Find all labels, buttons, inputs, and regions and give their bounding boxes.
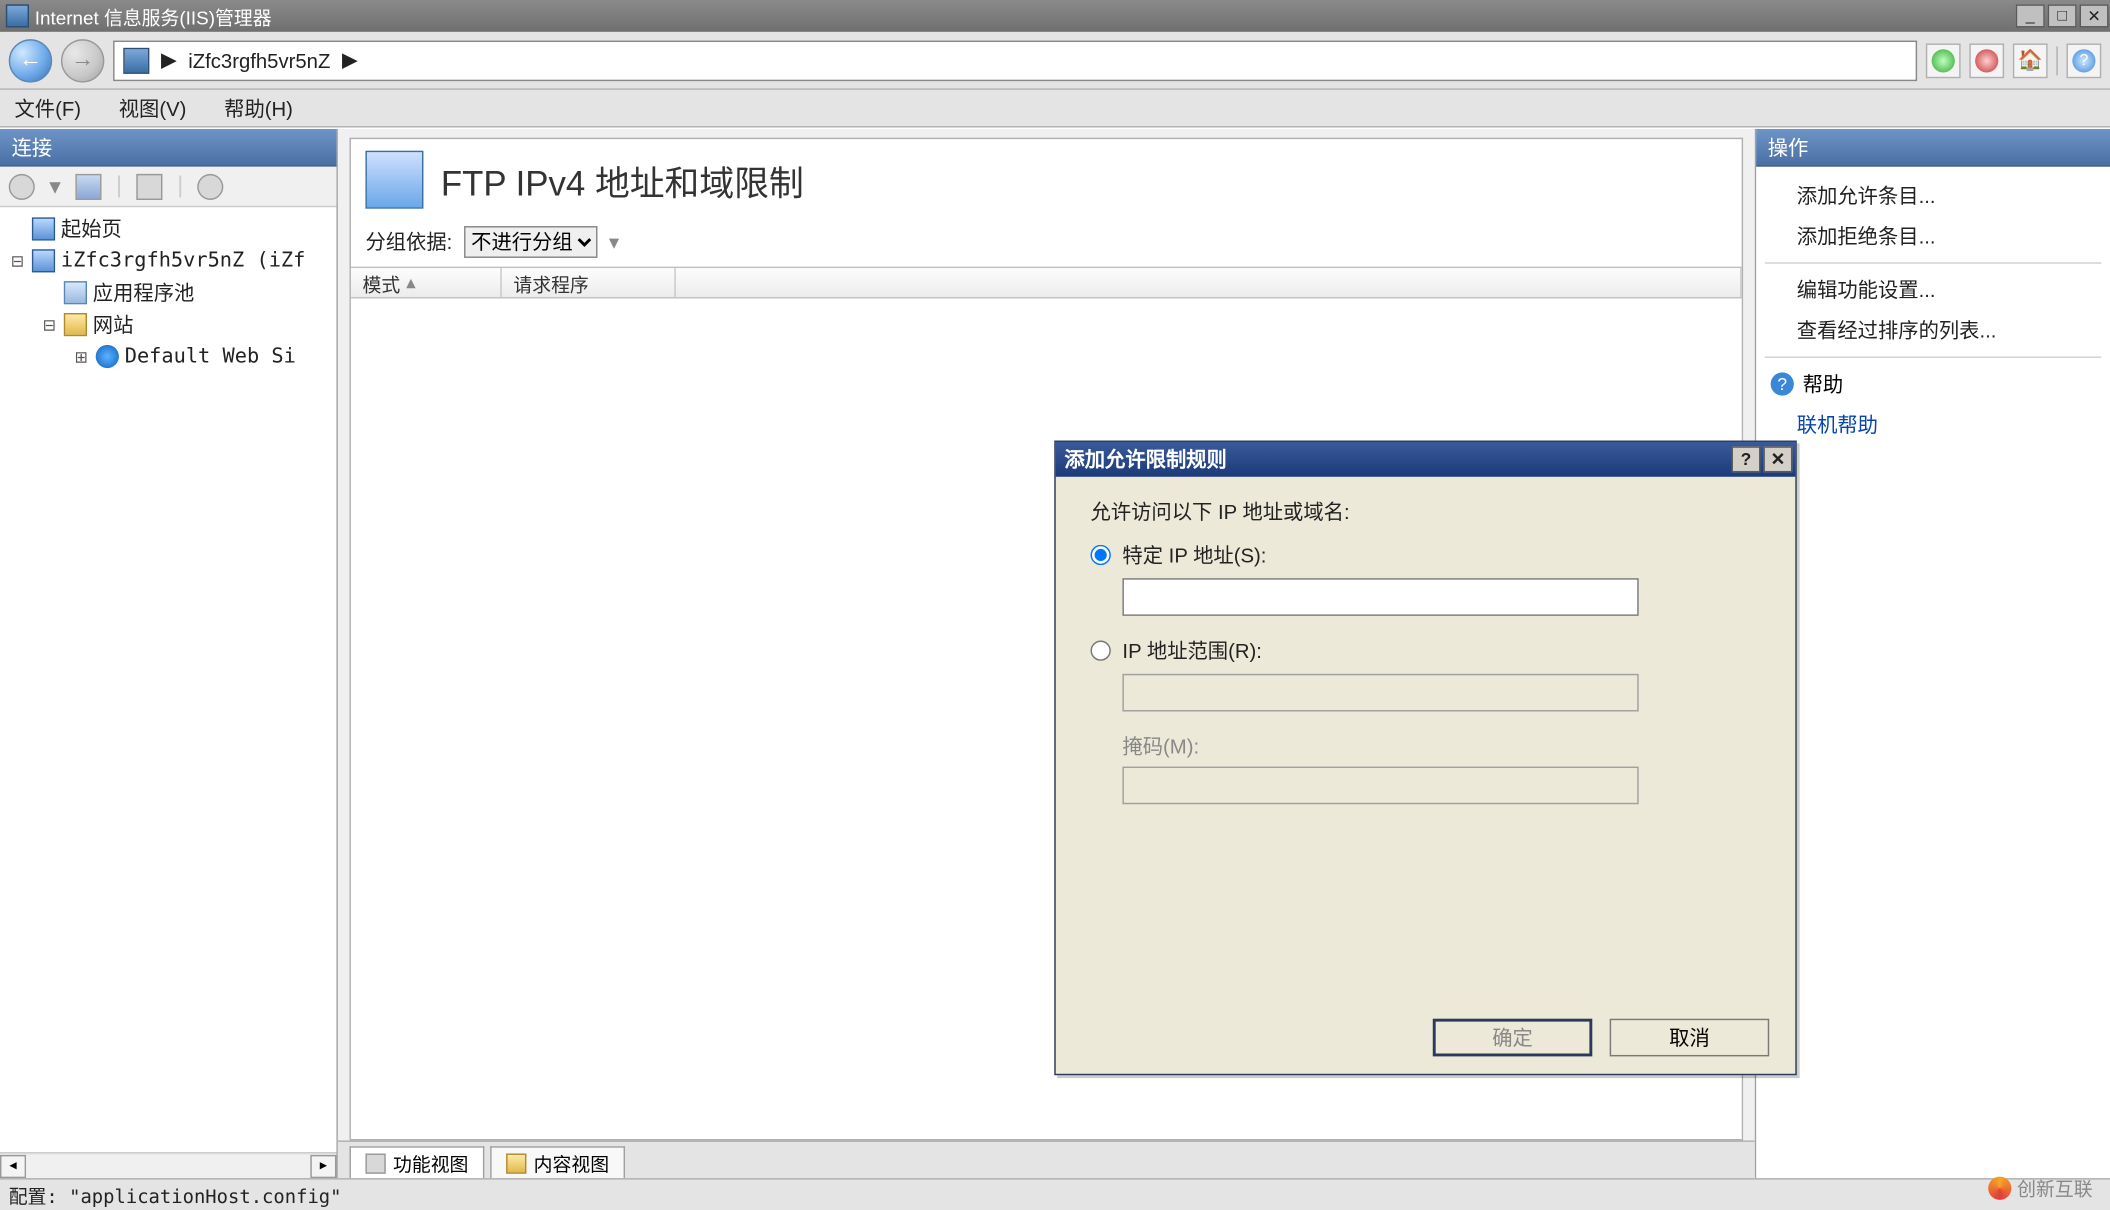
dialog-help-button[interactable]: ? — [1732, 446, 1761, 472]
close-button[interactable]: ✕ — [2080, 4, 2109, 27]
scroll-right-button[interactable]: ▸ — [310, 1154, 336, 1177]
connections-pane: 连接 ▾ | | 起始页 ⊟ iZfc3rgfh5vr — [0, 129, 338, 1178]
back-button[interactable]: ← — [9, 38, 53, 81]
minimize-button[interactable]: _ — [2016, 4, 2045, 27]
dialog-titlebar: 添加允许限制规则 ? ✕ — [1056, 442, 1796, 477]
add-allow-rule-dialog: 添加允许限制规则 ? ✕ 允许访问以下 IP 地址或域名: 特定 IP 地址(S… — [1054, 441, 1796, 1076]
tree-start-page[interactable]: 起始页 — [3, 213, 334, 245]
option-specific-ip[interactable]: 特定 IP 地址(S): — [1091, 541, 1770, 570]
tree-hscroll[interactable]: ◂ ▸ — [0, 1152, 336, 1178]
connections-header: 连接 — [0, 129, 336, 167]
help-icon: ? — [1771, 372, 1794, 395]
ip-range-input — [1122, 674, 1638, 712]
tree-server-label: iZfc3rgfh5vr5nZ (iZf — [61, 249, 305, 272]
action-help[interactable]: ? 帮助 — [1762, 364, 2104, 405]
action-add-deny[interactable]: 添加拒绝条目... — [1762, 216, 2104, 257]
tab-content-view[interactable]: 内容视图 — [490, 1146, 625, 1178]
connect-icon[interactable] — [9, 173, 35, 199]
menu-view[interactable]: 视图(V) — [119, 93, 187, 122]
tree-default-site[interactable]: ⊞ Default Web Si — [3, 341, 334, 373]
tree-server-node[interactable]: ⊟ iZfc3rgfh5vr5nZ (iZf — [3, 245, 334, 277]
refresh-tree-icon[interactable] — [198, 173, 224, 199]
content-view-icon — [506, 1153, 526, 1173]
app-icon — [6, 4, 29, 27]
tab-feature-view[interactable]: 功能视图 — [349, 1146, 484, 1178]
server-node-icon — [32, 249, 55, 272]
status-text: 配置: "applicationHost.config" — [9, 1181, 342, 1209]
address-bar[interactable]: ▶ iZfc3rgfh5vr5nZ ▶ — [113, 40, 1917, 81]
bottom-tabs: 功能视图 内容视图 — [338, 1140, 1755, 1178]
ftp-ipv4-icon — [365, 151, 423, 209]
tree-start-label: 起始页 — [61, 214, 122, 243]
up-icon[interactable] — [137, 173, 163, 199]
cancel-button[interactable]: 取消 — [1610, 1019, 1770, 1057]
forward-button[interactable]: → — [61, 38, 105, 81]
help-button[interactable]: ? — [2066, 43, 2101, 78]
tree-sites[interactable]: ⊟ 网站 — [3, 309, 334, 341]
menu-bar: 文件(F) 视图(V) 帮助(H) — [0, 90, 2110, 128]
action-add-allow[interactable]: 添加允许条目... — [1762, 175, 2104, 216]
scroll-left-button[interactable]: ◂ — [0, 1154, 26, 1177]
connections-toolbar: ▾ | | — [0, 167, 336, 208]
apppool-icon — [64, 281, 87, 304]
save-icon[interactable] — [75, 173, 101, 199]
ok-button[interactable]: 确定 — [1433, 1019, 1593, 1057]
dialog-close-button[interactable]: ✕ — [1763, 446, 1792, 472]
radio-specific-ip-label: 特定 IP 地址(S): — [1122, 541, 1266, 570]
breadcrumb-arrow: ▶ — [161, 48, 177, 73]
action-help-label: 帮助 — [1803, 370, 1844, 399]
center-pane: FTP IPv4 地址和域限制 分组依据: 不进行分组 ▾ 模式 ▴ 请求程序 — [338, 129, 1755, 1178]
breadcrumb-arrow-2: ▶ — [342, 48, 358, 73]
grouping-row: 分组依据: 不进行分组 ▾ — [351, 220, 1742, 266]
tab-feature-label: 功能视图 — [393, 1149, 468, 1177]
table-header: 模式 ▴ 请求程序 — [351, 267, 1742, 299]
actions-pane: 操作 添加允许条目... 添加拒绝条目... 编辑功能设置... 查看经过排序的… — [1755, 129, 2110, 1178]
dialog-title-text: 添加允许限制规则 — [1064, 445, 1226, 474]
feature-header: FTP IPv4 地址和域限制 — [351, 139, 1742, 220]
sites-folder-icon — [64, 313, 87, 336]
feature-view-icon — [365, 1153, 385, 1173]
col-requestor[interactable]: 请求程序 — [502, 268, 676, 297]
tree-sites-label: 网站 — [93, 310, 134, 339]
refresh-button[interactable] — [1926, 43, 1961, 78]
default-site-icon — [96, 345, 119, 368]
start-page-icon — [32, 217, 55, 240]
watermark: 创新互联 — [1988, 1174, 2092, 1202]
tab-content-label: 内容视图 — [534, 1149, 609, 1177]
maximize-button[interactable]: □ — [2048, 4, 2077, 27]
nav-bar: ← → ▶ iZfc3rgfh5vr5nZ ▶ 🏠 ? — [0, 32, 2110, 90]
dialog-prompt: 允许访问以下 IP 地址或域名: — [1091, 497, 1770, 526]
menu-file[interactable]: 文件(F) — [15, 93, 82, 122]
tree-apppools[interactable]: 应用程序池 — [3, 277, 334, 309]
window-titlebar: Internet 信息服务(IIS)管理器 _ □ ✕ — [0, 0, 2110, 32]
connections-tree: 起始页 ⊟ iZfc3rgfh5vr5nZ (iZf 应用程序池 ⊟ 网站 — [0, 207, 336, 1152]
window-title: Internet 信息服务(IIS)管理器 — [35, 2, 272, 30]
watermark-icon — [1988, 1176, 2011, 1199]
page-title: FTP IPv4 地址和域限制 — [441, 154, 804, 205]
mask-label: 掩码(M): — [1122, 732, 1769, 761]
radio-specific-ip[interactable] — [1091, 545, 1111, 565]
option-ip-range[interactable]: IP 地址范围(R): — [1091, 636, 1770, 665]
menu-help[interactable]: 帮助(H) — [224, 93, 293, 122]
mask-input — [1122, 767, 1638, 805]
tree-apppool-label: 应用程序池 — [93, 278, 195, 307]
specific-ip-input[interactable] — [1122, 578, 1638, 616]
action-edit-feature[interactable]: 编辑功能设置... — [1762, 270, 2104, 311]
radio-ip-range[interactable] — [1091, 641, 1111, 661]
group-by-select[interactable]: 不进行分组 — [464, 226, 597, 258]
tree-default-site-label: Default Web Si — [125, 345, 296, 368]
breadcrumb-server[interactable]: iZfc3rgfh5vr5nZ — [188, 49, 330, 72]
col-blank — [676, 268, 1742, 297]
status-bar: 配置: "applicationHost.config" — [0, 1178, 2110, 1210]
server-icon — [123, 47, 149, 73]
stop-button[interactable] — [1969, 43, 2004, 78]
group-by-label: 分组依据: — [365, 228, 452, 257]
actions-header: 操作 — [1756, 129, 2110, 167]
action-view-ordered[interactable]: 查看经过排序的列表... — [1762, 310, 2104, 351]
radio-ip-range-label: IP 地址范围(R): — [1122, 636, 1262, 665]
watermark-text: 创新互联 — [2017, 1174, 2092, 1202]
action-online-help[interactable]: 联机帮助 — [1762, 404, 2104, 445]
col-mode[interactable]: 模式 ▴ — [351, 268, 502, 297]
home-button[interactable]: 🏠 — [2013, 43, 2048, 78]
